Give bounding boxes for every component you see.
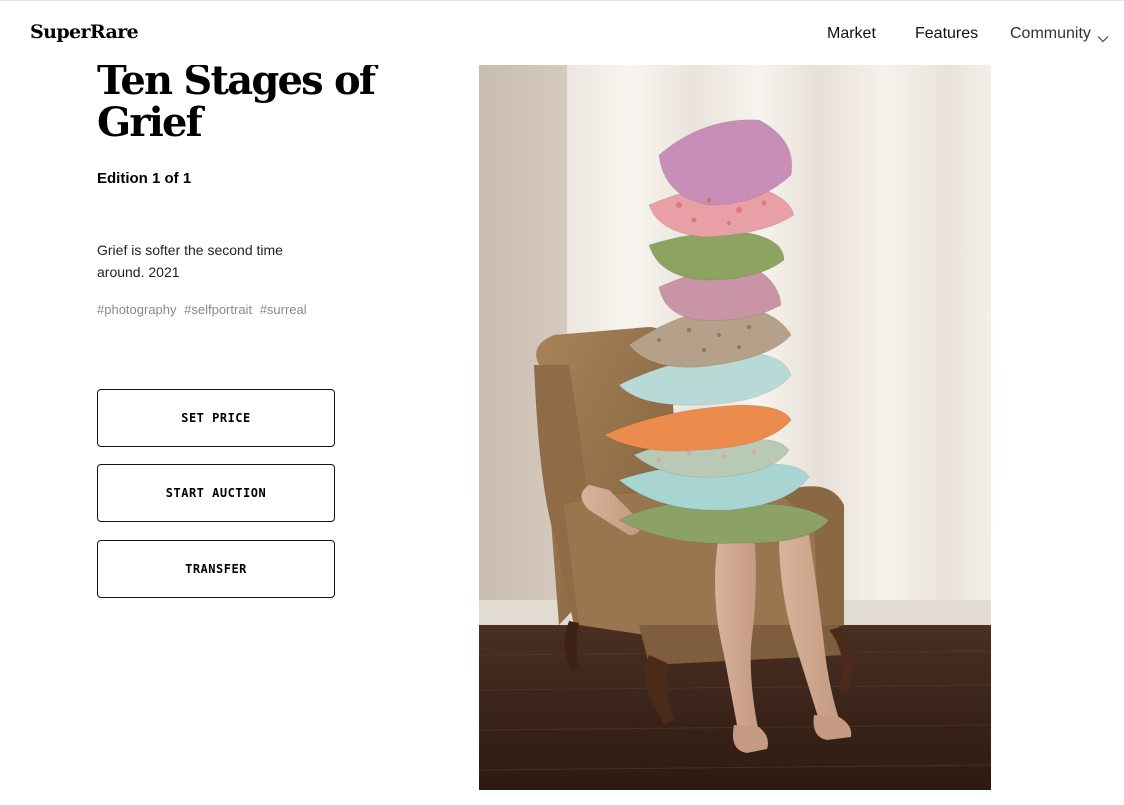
nav-features[interactable]: Features <box>915 25 978 43</box>
tag-list: #photography #selfportrait #surreal <box>97 302 311 317</box>
transfer-button[interactable]: TRANSFER <box>97 540 335 598</box>
nav-community-label: Community <box>1010 25 1091 42</box>
set-price-button[interactable]: SET PRICE <box>97 389 335 447</box>
nav-community[interactable]: Community <box>1010 25 1109 43</box>
tag-selfportrait[interactable]: #selfportrait <box>184 302 252 317</box>
nav-market[interactable]: Market <box>827 25 876 43</box>
start-auction-button[interactable]: START AUCTION <box>97 464 335 522</box>
edition-label: Edition 1 of 1 <box>97 170 192 187</box>
artwork-title: Ten Stages of Grief <box>97 57 376 146</box>
artwork-image[interactable] <box>479 65 991 790</box>
superrare-logo[interactable]: SuperRare <box>30 21 139 43</box>
chevron-down-icon <box>1097 30 1109 43</box>
site-header: SuperRare Market Features Community <box>0 1 1124 65</box>
tag-surreal[interactable]: #surreal <box>260 302 307 317</box>
tag-photography[interactable]: #photography <box>97 302 177 317</box>
artwork-description: Grief is softer the second time around. … <box>97 242 283 280</box>
